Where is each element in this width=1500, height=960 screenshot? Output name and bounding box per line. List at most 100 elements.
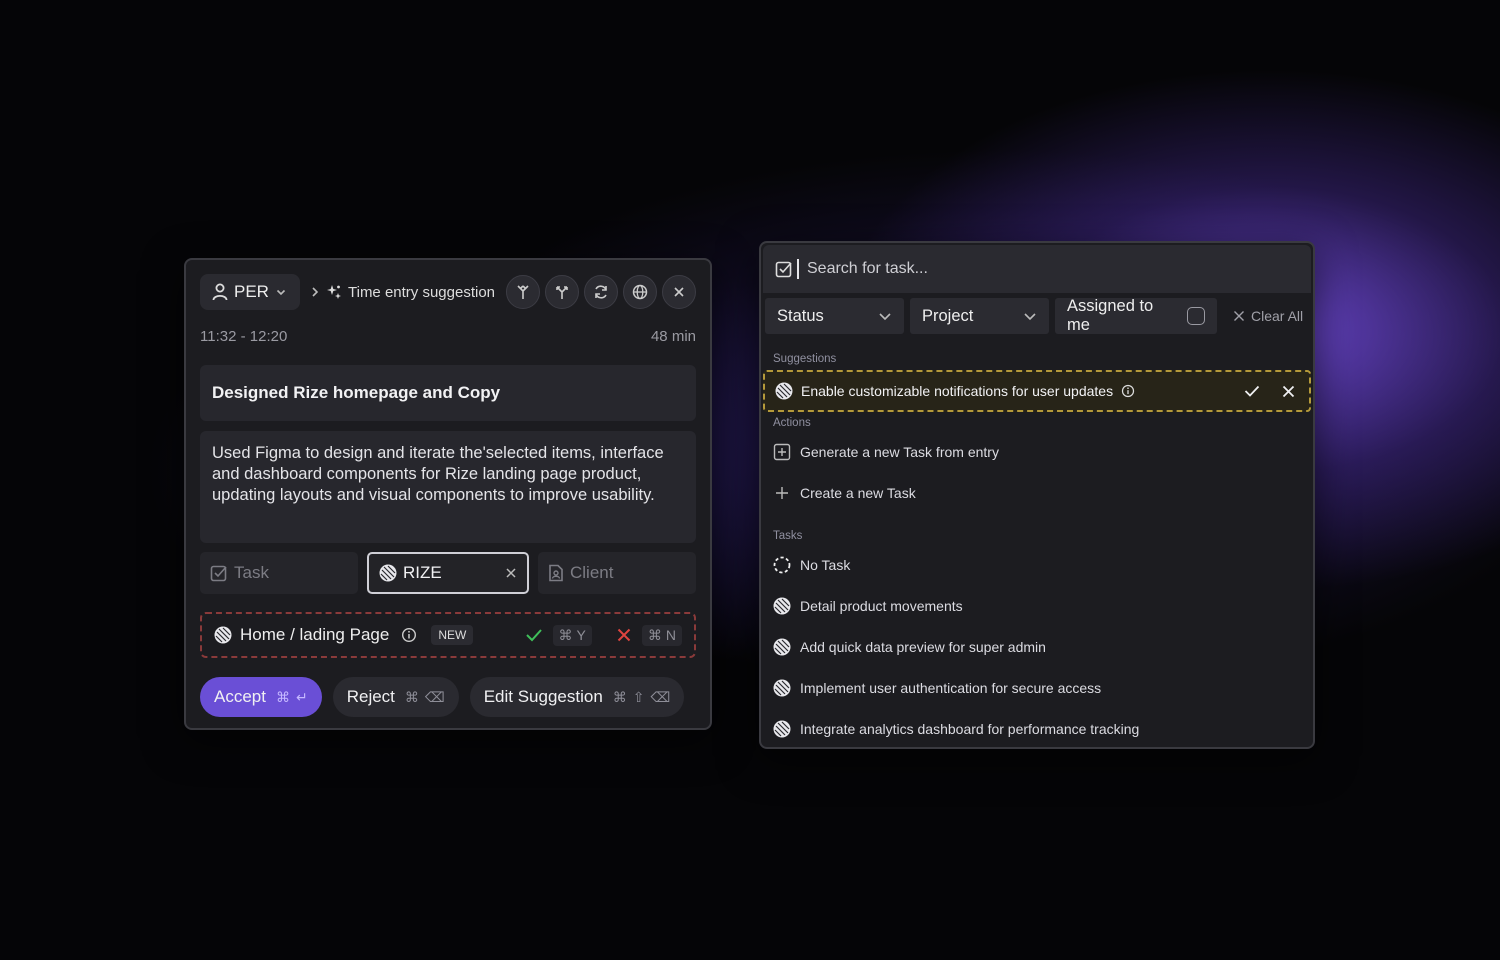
task-label: No Task: [800, 557, 851, 573]
suggested-task-actions: [1244, 384, 1299, 398]
dashed-circle-icon: [773, 556, 791, 574]
suggestions-heading: Suggestions: [773, 353, 837, 365]
breadcrumb-label: Time entry suggestion: [348, 283, 496, 301]
time-entry-panel: PER Time entry suggestion 11:32 - 12:20 …: [184, 258, 712, 730]
command-key-icon: ⌘: [558, 626, 573, 643]
task-item[interactable]: Detail product movements: [773, 590, 1301, 622]
rize-logo-icon: [214, 626, 232, 644]
accept-check-icon[interactable]: [1244, 384, 1260, 398]
task-label: Detail product movements: [800, 598, 963, 614]
accept-hint: ⌘ ↵: [276, 689, 308, 706]
tasks-heading: Tasks: [773, 530, 803, 542]
clear-all-label: Clear All: [1251, 308, 1304, 324]
chevron-down-icon: [276, 289, 286, 296]
filter-bar: Status Project Assigned to me Clear All: [765, 297, 1309, 334]
merge-button[interactable]: [506, 275, 540, 309]
assignment-chips: Task RIZE Client: [200, 552, 696, 594]
refresh-icon: [595, 285, 607, 299]
command-key-icon: ⌘: [647, 626, 662, 643]
action-item-create[interactable]: Create a new Task: [773, 477, 1301, 509]
clear-all-button[interactable]: Clear All: [1233, 298, 1303, 334]
shift-key-icon: ⇧: [632, 688, 645, 705]
chevron-right-icon: [312, 287, 319, 297]
rize-logo-icon: [379, 564, 397, 582]
entry-title: Designed Rize homepage and Copy: [212, 383, 501, 402]
task-label: Add quick data preview for super admin: [800, 639, 1046, 655]
remove-project-icon[interactable]: [505, 567, 517, 579]
edit-hint: ⌘ ⇧ ⌫: [613, 689, 671, 706]
reject-x-icon[interactable]: [1282, 385, 1295, 398]
rize-logo-icon: [773, 638, 791, 656]
suggested-task-label: Enable customizable notifications for us…: [801, 383, 1114, 399]
close-icon: [1234, 311, 1244, 321]
rize-logo-icon: [773, 720, 791, 738]
entry-title-field[interactable]: Designed Rize homepage and Copy: [200, 365, 696, 421]
info-icon[interactable]: [401, 627, 417, 643]
duration: 48 min: [650, 328, 696, 345]
entry-description-field[interactable]: Used Figma to design and iterate the'sel…: [200, 431, 696, 543]
plus-icon: [776, 487, 788, 499]
task-item[interactable]: Implement user authentication for secure…: [773, 672, 1301, 704]
reject-x-icon[interactable]: [616, 627, 632, 643]
reject-key: N: [665, 627, 676, 643]
edit-suggestion-button[interactable]: Edit Suggestion ⌘ ⇧ ⌫: [469, 677, 685, 717]
search-placeholder: Search for task...: [807, 260, 928, 277]
globe-button[interactable]: [623, 275, 657, 309]
chevron-down-icon: [879, 313, 891, 321]
user-selector[interactable]: PER: [200, 274, 300, 310]
accept-key: Y: [576, 627, 586, 643]
reject-hint: ⌘ ⌫: [405, 689, 445, 706]
task-item-no-task[interactable]: No Task: [773, 549, 1301, 581]
rize-logo-icon: [773, 597, 791, 615]
accept-check-icon[interactable]: [525, 627, 543, 643]
task-item[interactable]: Integrate analytics dashboard for perfor…: [773, 713, 1301, 745]
merge-icon: [517, 285, 529, 299]
close-button[interactable]: [662, 275, 696, 309]
panel-header: PER Time entry suggestion: [200, 274, 696, 310]
refresh-button[interactable]: [584, 275, 618, 309]
reject-label: Reject: [346, 687, 395, 706]
split-button[interactable]: [545, 275, 579, 309]
globe-icon: [632, 284, 648, 300]
close-icon: [674, 287, 684, 297]
suggestion-label: Home / lading Page: [240, 625, 390, 644]
accept-button[interactable]: Accept ⌘ ↵: [200, 677, 322, 717]
action-buttons: Accept ⌘ ↵ Reject ⌘ ⌫ Edit Suggestion ⌘ …: [200, 677, 685, 717]
status-filter-label: Status: [777, 306, 824, 325]
project-suggestion: Home / lading Page NEW ⌘ Y ⌘ N: [200, 612, 696, 658]
command-key-icon: ⌘: [275, 688, 290, 705]
task-label: Implement user authentication for secure…: [800, 680, 1102, 696]
time-range: 11:32 - 12:20: [200, 328, 288, 345]
action-item-generate[interactable]: Generate a new Task from entry: [773, 436, 1301, 468]
info-icon[interactable]: [1121, 384, 1135, 398]
client-chip[interactable]: Client: [538, 552, 696, 594]
text-cursor: [797, 259, 799, 279]
task-label: Integrate analytics dashboard for perfor…: [800, 721, 1140, 737]
task-check-icon: [775, 261, 792, 278]
split-icon: [556, 286, 568, 299]
reject-button[interactable]: Reject ⌘ ⌫: [332, 677, 459, 717]
entry-description: Used Figma to design and iterate the'sel…: [212, 444, 664, 504]
accept-label: Accept: [214, 687, 266, 706]
task-chip-label: Task: [234, 563, 269, 582]
assigned-filter[interactable]: Assigned to me: [1055, 297, 1217, 334]
status-filter[interactable]: Status: [765, 298, 904, 334]
breadcrumb: Time entry suggestion: [310, 284, 495, 301]
assigned-filter-label: Assigned to me: [1067, 297, 1154, 334]
time-row: 11:32 - 12:20 48 min: [200, 328, 696, 345]
client-file-icon: [549, 564, 563, 582]
return-key-icon: ↵: [295, 688, 308, 705]
action-label: Generate a new Task from entry: [800, 444, 999, 460]
task-chip[interactable]: Task: [200, 552, 358, 594]
project-filter[interactable]: Project: [910, 298, 1049, 334]
assigned-checkbox[interactable]: [1187, 307, 1205, 325]
action-label: Create a new Task: [800, 485, 916, 501]
toolbar: [506, 275, 696, 309]
task-search[interactable]: Search for task...: [763, 245, 1311, 293]
actions-heading: Actions: [773, 417, 811, 429]
task-item[interactable]: Add quick data preview for super admin: [773, 631, 1301, 663]
project-chip-label: RIZE: [403, 563, 442, 582]
rize-logo-icon: [775, 382, 793, 400]
project-chip[interactable]: RIZE: [367, 552, 529, 594]
suggested-task[interactable]: Enable customizable notifications for us…: [763, 370, 1311, 412]
